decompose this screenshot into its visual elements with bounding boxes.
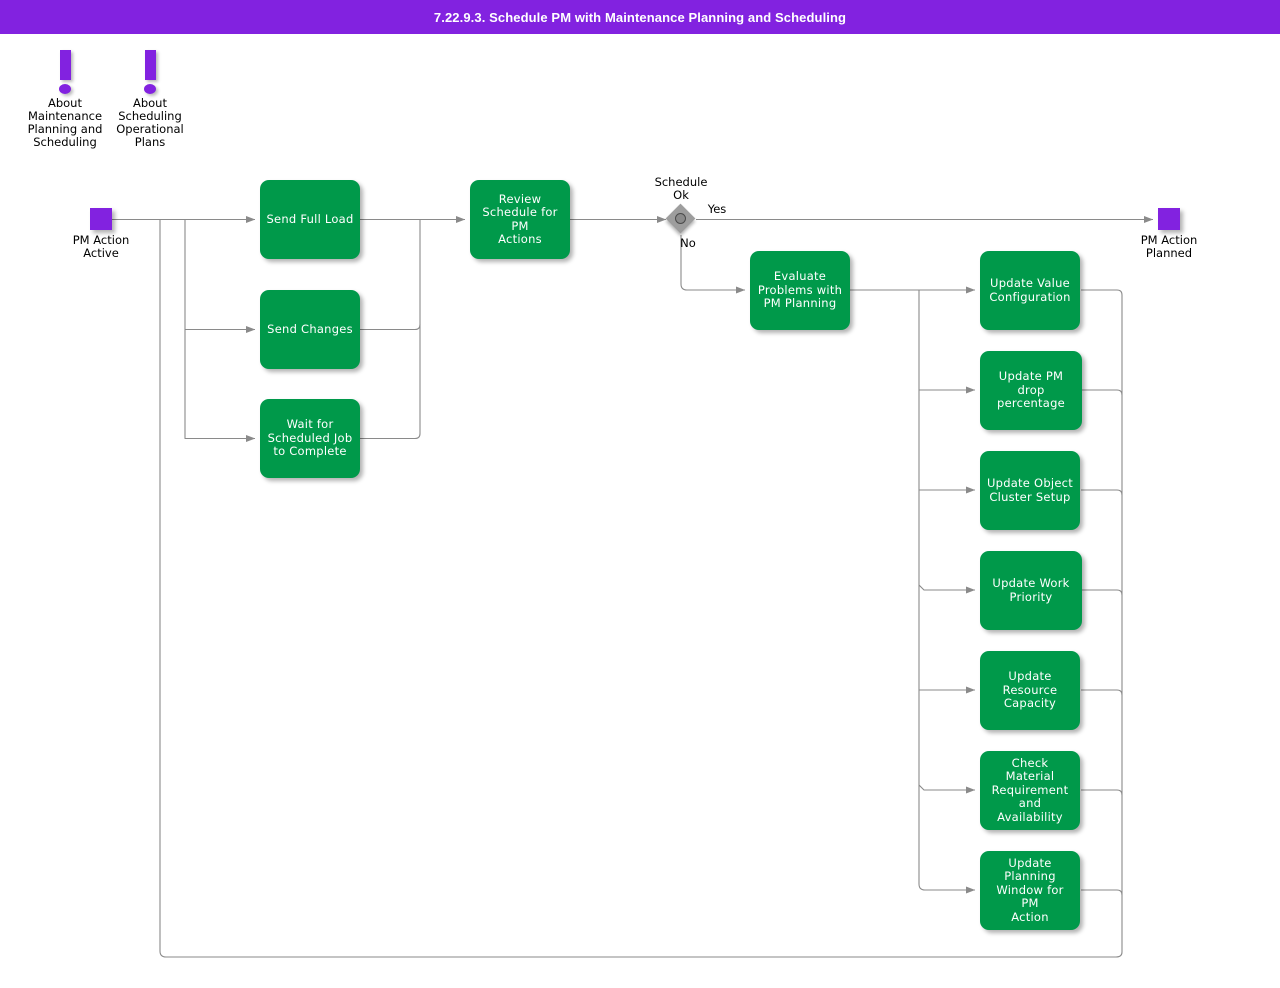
branch-label-yes: Yes (707, 202, 727, 216)
process-send-full-load[interactable]: Send Full Load (260, 180, 360, 259)
process-review-schedule[interactable]: Review Schedule for PM Actions (470, 180, 570, 259)
process-label: Update PM drop percentage (997, 369, 1065, 411)
process-label: Wait for Scheduled Job to Complete (267, 417, 353, 459)
process-wait-for-scheduled-job[interactable]: Wait for Scheduled Job to Complete (260, 399, 360, 478)
flowchart-canvas: 7.22.9.3. Schedule PM with Maintenance P… (0, 0, 1280, 988)
terminal-pm-action-active[interactable] (90, 208, 112, 230)
note-label: About Scheduling Operational Plans (116, 96, 184, 149)
process-label: Update Planning Window for PM Action (996, 855, 1064, 924)
decision-dot-icon (675, 213, 686, 224)
terminal-pm-action-planned-label: PM Action Planned (1140, 233, 1198, 260)
note-scheduling-plans[interactable]: About Scheduling Operational Plans (95, 50, 205, 149)
process-update-work-priority[interactable]: Update Work Priority (980, 551, 1082, 630)
process-label: Update Object Cluster Setup (986, 476, 1073, 504)
process-label: Update Resource Capacity (1002, 669, 1058, 711)
decision-label: Schedule Ok (654, 175, 708, 202)
process-label: Review Schedule for PM Actions (482, 191, 558, 246)
process-label: Update Value Configuration (989, 276, 1071, 304)
process-send-changes[interactable]: Send Changes (260, 290, 360, 369)
decision-schedule-ok[interactable] (665, 203, 696, 234)
terminal-pm-action-active-label: PM Action Active (72, 233, 130, 260)
process-update-value-configuration[interactable]: Update Value Configuration (980, 251, 1080, 330)
process-label: Send Full Load (266, 211, 354, 226)
branch-label-no: No (680, 236, 696, 250)
process-label: Send Changes (267, 321, 353, 336)
process-check-material-requirement[interactable]: Check Material Requirement and Availabil… (980, 751, 1080, 830)
process-label: Evaluate Problems with PM Planning (757, 269, 843, 311)
exclamation-icon (143, 50, 157, 94)
process-update-planning-window[interactable]: Update Planning Window for PM Action (980, 851, 1080, 930)
exclamation-icon (58, 50, 72, 94)
page-title: 7.22.9.3. Schedule PM with Maintenance P… (0, 0, 1280, 34)
process-update-object-cluster-setup[interactable]: Update Object Cluster Setup (980, 451, 1080, 530)
process-update-pm-drop-percentage[interactable]: Update PM drop percentage (980, 351, 1082, 430)
process-evaluate-problems[interactable]: Evaluate Problems with PM Planning (750, 251, 850, 330)
terminal-pm-action-planned[interactable] (1158, 208, 1180, 230)
process-label: Update Work Priority (992, 576, 1070, 604)
process-update-resource-capacity[interactable]: Update Resource Capacity (980, 651, 1080, 730)
process-label: Check Material Requirement and Availabil… (991, 755, 1069, 824)
